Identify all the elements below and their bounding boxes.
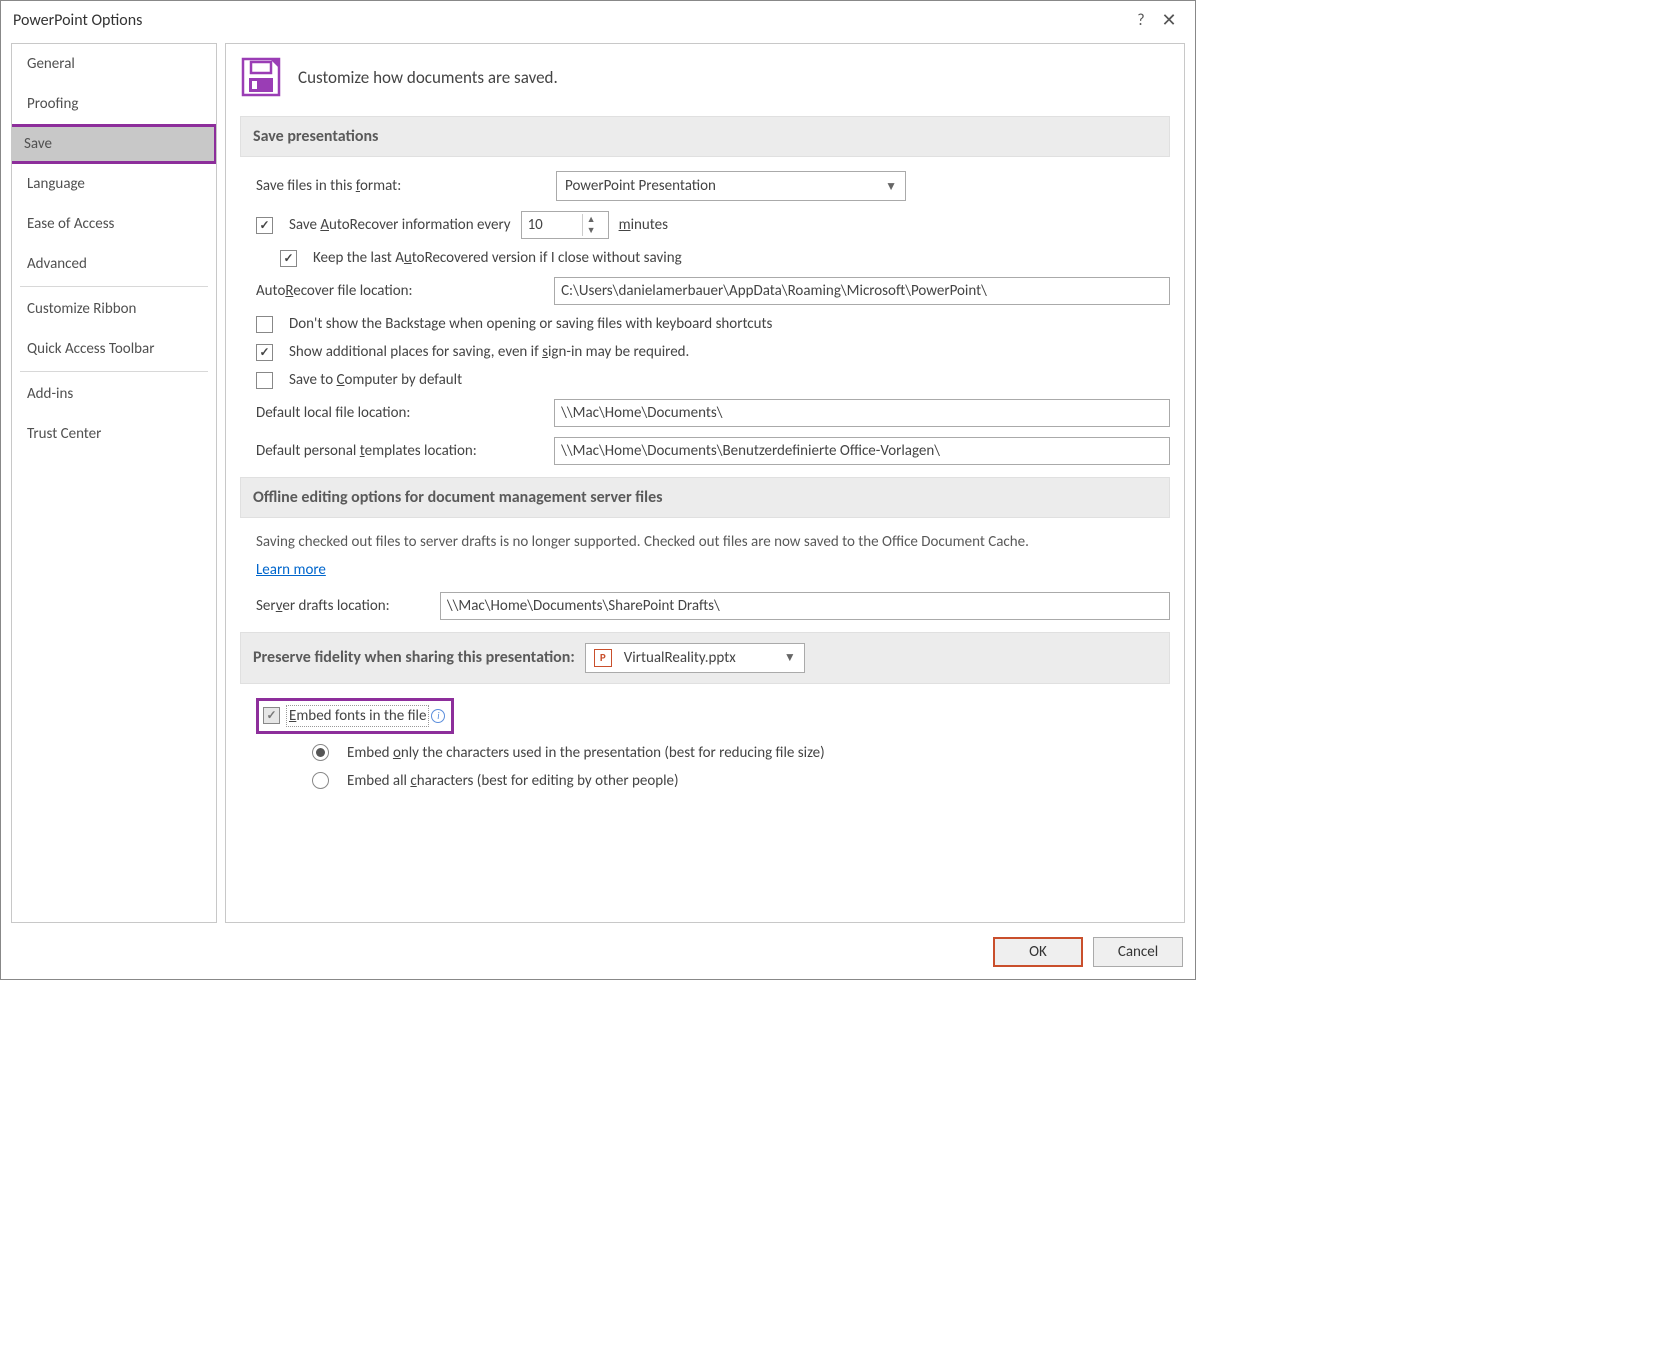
sidebar-separator <box>20 371 208 372</box>
default-templates-input[interactable] <box>554 437 1170 465</box>
server-drafts-label: Server drafts location: <box>256 597 430 615</box>
close-icon[interactable]: ✕ <box>1155 9 1183 31</box>
info-icon[interactable]: i <box>431 709 445 723</box>
embed-fonts-label: Embed fonts in the file <box>286 705 429 727</box>
format-label: Save files in this format: <box>256 177 546 195</box>
show-additional-places-label: Show additional places for saving, even … <box>289 343 689 361</box>
sidebar: General Proofing Save Language Ease of A… <box>11 43 217 923</box>
format-value: PowerPoint Presentation <box>565 177 716 195</box>
keep-last-checkbox[interactable] <box>280 250 297 267</box>
autorecover-minutes-spinner[interactable]: ▲▼ <box>521 211 609 239</box>
sidebar-item-proofing[interactable]: Proofing <box>12 84 216 124</box>
minutes-label: minutes <box>619 216 668 234</box>
default-local-input[interactable] <box>554 399 1170 427</box>
chevron-down-icon: ▼ <box>885 179 897 194</box>
section-preserve-fidelity: Preserve fidelity when sharing this pres… <box>240 632 1170 684</box>
offline-description: Saving checked out files to server draft… <box>256 532 1170 554</box>
embed-only-radio[interactable] <box>312 744 329 761</box>
autorecover-minutes-input[interactable] <box>522 212 582 238</box>
section-offline-editing: Offline editing options for document man… <box>240 477 1170 518</box>
sidebar-item-trust-center[interactable]: Trust Center <box>12 414 216 454</box>
sidebar-item-ease-of-access[interactable]: Ease of Access <box>12 204 216 244</box>
titlebar: PowerPoint Options ? ✕ <box>1 1 1195 37</box>
sidebar-item-save[interactable]: Save <box>11 124 217 164</box>
chevron-down-icon: ▼ <box>784 650 796 665</box>
dont-show-backstage-label: Don't show the Backstage when opening or… <box>289 315 772 333</box>
dialog-title: PowerPoint Options <box>13 11 142 30</box>
embed-only-label: Embed only the characters used in the pr… <box>347 744 825 762</box>
sidebar-item-customize-ribbon[interactable]: Customize Ribbon <box>12 289 216 329</box>
save-to-computer-checkbox[interactable] <box>256 372 273 389</box>
preserve-file-combo[interactable]: P VirtualReality.pptx ▼ <box>585 643 805 673</box>
sidebar-separator <box>20 286 208 287</box>
embed-fonts-highlight: Embed fonts in the filei <box>256 698 454 734</box>
autorecover-loc-input[interactable] <box>554 277 1170 305</box>
help-icon[interactable]: ? <box>1127 11 1155 30</box>
server-drafts-input[interactable] <box>440 592 1170 620</box>
embed-all-radio[interactable] <box>312 772 329 789</box>
save-to-computer-label: Save to Computer by default <box>289 371 462 389</box>
options-dialog: PowerPoint Options ? ✕ General Proofing … <box>0 0 1196 980</box>
learn-more-link[interactable]: Learn more <box>256 561 326 579</box>
sidebar-item-qat[interactable]: Quick Access Toolbar <box>12 329 216 369</box>
powerpoint-file-icon: P <box>594 649 612 667</box>
page-heading: Customize how documents are saved. <box>298 67 558 88</box>
preserve-fidelity-label: Preserve fidelity when sharing this pres… <box>253 648 575 667</box>
dialog-footer: OK Cancel <box>1 929 1195 979</box>
cancel-button[interactable]: Cancel <box>1093 937 1183 967</box>
embed-all-label: Embed all characters (best for editing b… <box>347 772 679 790</box>
embed-fonts-checkbox[interactable] <box>263 707 280 724</box>
default-templates-label: Default personal templates location: <box>256 442 544 460</box>
format-combo[interactable]: PowerPoint Presentation ▼ <box>556 171 906 201</box>
main-panel: Customize how documents are saved. Save … <box>225 43 1185 923</box>
save-page-icon <box>240 56 282 98</box>
dont-show-backstage-checkbox[interactable] <box>256 316 273 333</box>
autorecover-checkbox[interactable] <box>256 217 273 234</box>
sidebar-item-advanced[interactable]: Advanced <box>12 244 216 284</box>
sidebar-item-language[interactable]: Language <box>12 164 216 204</box>
show-additional-places-checkbox[interactable] <box>256 344 273 361</box>
section-save-presentations: Save presentations <box>240 116 1170 157</box>
autorecover-label: Save AutoRecover information every <box>289 216 511 234</box>
default-local-label: Default local file location: <box>256 404 544 422</box>
preserve-file-value: VirtualReality.pptx <box>624 649 736 667</box>
sidebar-item-general[interactable]: General <box>12 44 216 84</box>
keep-last-label: Keep the last AutoRecovered version if I… <box>313 249 682 267</box>
sidebar-item-addins[interactable]: Add-ins <box>12 374 216 414</box>
spinner-arrows[interactable]: ▲▼ <box>582 214 600 236</box>
ok-button[interactable]: OK <box>993 937 1083 967</box>
autorecover-loc-label: AutoRecover file location: <box>256 282 544 300</box>
